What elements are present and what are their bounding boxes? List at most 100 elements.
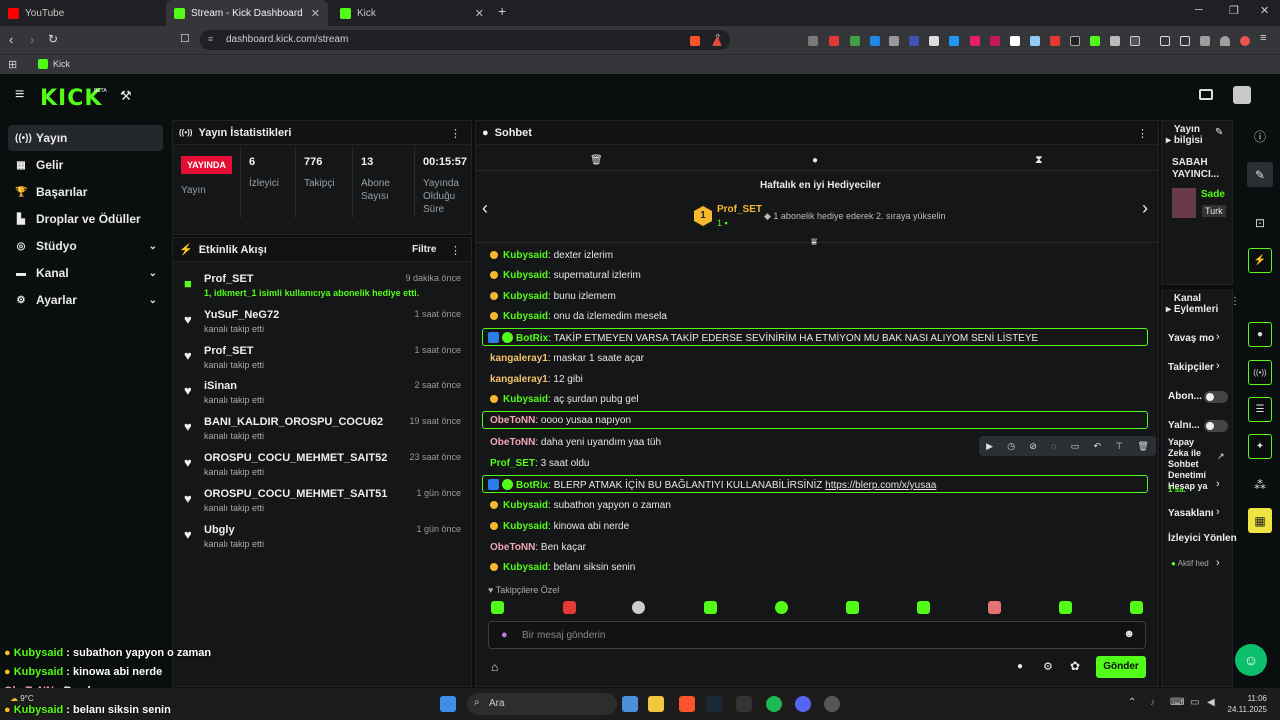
activity-item[interactable]: ♥ iSinan kanalı takip etti 2 saat önce (180, 377, 465, 411)
chat-message[interactable]: Prof_SET: 3 saat oldu (490, 458, 590, 469)
chat-message[interactable]: ObeToNN: Ben kaçar (490, 542, 586, 553)
extension-icon[interactable] (970, 36, 980, 46)
layout-icon[interactable]: ☰ (1248, 397, 1272, 422)
extension-icon[interactable] (1010, 36, 1020, 46)
extension-icon[interactable] (889, 36, 899, 46)
close-window-icon[interactable]: ✕ (1260, 4, 1269, 17)
reload-icon[interactable]: ↻ (48, 32, 58, 46)
tab-youtube[interactable]: YouTube (0, 0, 165, 26)
brave-shield-icon[interactable] (690, 36, 700, 46)
chat-username[interactable]: ObeToNN (490, 437, 535, 448)
activity-item[interactable]: ♥ YuSuF_NeG72 kanalı takip etti 1 saat önce (180, 306, 465, 340)
activity-item[interactable]: ♥ Ubgly kanalı takip etti 1 gün önce (180, 521, 465, 555)
sidebar-item-studyo[interactable]: ◎ Stüdyo ⌄ (8, 233, 163, 259)
microphone-icon[interactable]: ● (501, 629, 508, 641)
restore-icon[interactable]: ❐ (1229, 4, 1239, 17)
creator-tools-icon[interactable]: ⚒ (120, 88, 132, 104)
delete-icon[interactable]: 🗑 (1137, 441, 1148, 452)
emote-icon[interactable] (491, 601, 504, 614)
activity-item[interactable]: ♥ OROSPU_COCU_MEHMET_SAIT52 kanalı takip e… (180, 449, 465, 483)
support-button[interactable]: ☺ (1235, 644, 1267, 676)
extension-icon[interactable] (909, 36, 919, 46)
ai-moderation-action[interactable]: Yapay Zeka ile Sohbet Denetimi Hesap ya (1168, 437, 1212, 492)
external-link-icon[interactable]: ↗ (1217, 451, 1225, 462)
emote-icon[interactable] (704, 601, 717, 614)
wallet-icon[interactable] (1180, 36, 1190, 46)
sidebar-toggle-icon[interactable] (1160, 36, 1170, 46)
chat-message[interactable]: Kubysaid: supernatural izlerim (490, 270, 641, 281)
chat-message[interactable]: Kubysaid: subathon yapyon o zaman (490, 500, 671, 511)
broadcast-icon[interactable]: ((•)) (1248, 360, 1272, 385)
chat-message[interactable]: ObeToNN: oooo yusaa napıyon (490, 415, 631, 426)
tab-kick[interactable]: Kick ✕ (332, 0, 492, 26)
microphone-icon[interactable]: ♪ (1150, 697, 1155, 708)
chat-username[interactable]: Kubysaid (503, 311, 548, 322)
extension-icon[interactable] (1070, 36, 1080, 46)
clapperboard-icon[interactable]: ▦ (1248, 508, 1272, 533)
chat-username[interactable]: Kubysaid (503, 291, 548, 302)
vpn-icon[interactable] (1220, 36, 1230, 46)
extension-icon[interactable] (929, 36, 939, 46)
clock[interactable]: 11:06 24.11.2025 (1225, 693, 1267, 715)
extension-icon[interactable] (1090, 36, 1100, 46)
emote-menu-icon[interactable]: ✿ (1070, 659, 1080, 673)
chat-message[interactable]: ObeToNN: daha yeni uyandım yaa tüh (490, 437, 661, 448)
site-info-icon[interactable]: ≡ (208, 34, 213, 44)
chat-message[interactable]: Kubysaid: bunu izlemem (490, 291, 616, 302)
lightning-icon[interactable]: ⚡ (1248, 248, 1272, 273)
extension-icon[interactable] (990, 36, 1000, 46)
chat-message[interactable]: kangaleray1: 12 gibi (490, 374, 583, 385)
chat-username[interactable]: Kubysaid (503, 270, 548, 281)
chat-input[interactable]: ● Bir mesaj gönderin ☻ (488, 621, 1146, 649)
viewer-redirect-action[interactable]: İzleyici Yönlen (1168, 533, 1237, 544)
emote-icon[interactable] (563, 601, 576, 614)
sidebar-item-droplar[interactable]: ▙ Droplar ve Ödüller (8, 206, 163, 232)
more-options-icon[interactable]: ⋮ (450, 244, 461, 257)
sidebar-item-basarilar[interactable]: 🏆 Başarılar (8, 179, 163, 205)
hamburger-menu-icon[interactable]: ≡ (15, 86, 24, 104)
minimize-icon[interactable]: ─ (1195, 4, 1203, 16)
chat-message[interactable]: BotRix: BLERP ATMAK İÇİN BU BAĞLANTIYI K… (488, 479, 936, 491)
emotes-only-toggle[interactable] (1204, 420, 1228, 432)
profile-icon[interactable] (1240, 36, 1250, 46)
new-tab-icon[interactable]: + (498, 3, 506, 19)
emote-icon[interactable] (1059, 601, 1072, 614)
top-gifter-name[interactable]: Prof_SET (717, 204, 762, 215)
chevron-left-icon[interactable]: ‹ (482, 198, 488, 219)
chat-username[interactable]: BotRix (516, 333, 548, 344)
extension-icon[interactable] (1050, 36, 1060, 46)
task-view-icon[interactable] (622, 696, 638, 712)
sidebar-item-yayin[interactable]: ((•)) Yayın (8, 125, 163, 151)
weather-widget[interactable]: ☁ 9°C (10, 694, 34, 703)
emote-icon[interactable] (775, 601, 788, 614)
more-options-icon[interactable]: ⋮ (450, 127, 461, 140)
chat-message[interactable]: Kubysaid: dexter izlerim (490, 250, 613, 261)
followers-mode-action[interactable]: Takipçiler (1168, 362, 1214, 373)
fullscreen-icon[interactable]: ⊡ (1240, 210, 1280, 235)
sidebar-item-gelir[interactable]: ▦ Gelir (8, 152, 163, 178)
avatar[interactable] (1233, 86, 1251, 104)
chat-message[interactable]: BotRix: TAKİP ETMEYEN VARSA TAKİP EDERSE… (488, 332, 1038, 344)
chat-username[interactable]: Kubysaid (503, 500, 548, 511)
back-icon[interactable]: ‹ (9, 32, 13, 47)
chevron-right-icon[interactable]: › (1216, 331, 1220, 343)
keyboard-icon[interactable]: ⌨ (1170, 697, 1184, 708)
chevron-right-icon[interactable]: › (1142, 198, 1148, 219)
chat-message[interactable]: Kubysaid: kinowa abi nerde (490, 521, 629, 532)
url-field[interactable]: ≡ dashboard.kick.com/stream ⇪ (200, 30, 730, 50)
edit-icon[interactable]: ✎ (1247, 162, 1273, 187)
extension-icon[interactable] (1030, 36, 1040, 46)
emote-icon[interactable] (988, 601, 1001, 614)
chat-username[interactable]: Kubysaid (503, 250, 548, 261)
sidebar-item-ayarlar[interactable]: ⚙ Ayarlar ⌄ (8, 287, 163, 313)
slow-mode-action[interactable]: Yavaş mo (1168, 333, 1214, 344)
windows-start-icon[interactable] (440, 696, 456, 712)
taskbar-search[interactable]: ⌕ Ara (467, 693, 617, 715)
epic-games-icon[interactable] (736, 696, 752, 712)
extension-icon[interactable] (808, 36, 818, 46)
activity-item[interactable]: ♥ BANI_KALDIR_OROSPU_COCU62 kanalı takip e… (180, 413, 465, 447)
info-icon[interactable]: ⓘ (1240, 124, 1280, 149)
chevron-right-icon[interactable]: › (1216, 478, 1220, 490)
forward-icon[interactable]: › (30, 32, 34, 47)
close-tab-icon[interactable]: ✕ (475, 7, 484, 20)
